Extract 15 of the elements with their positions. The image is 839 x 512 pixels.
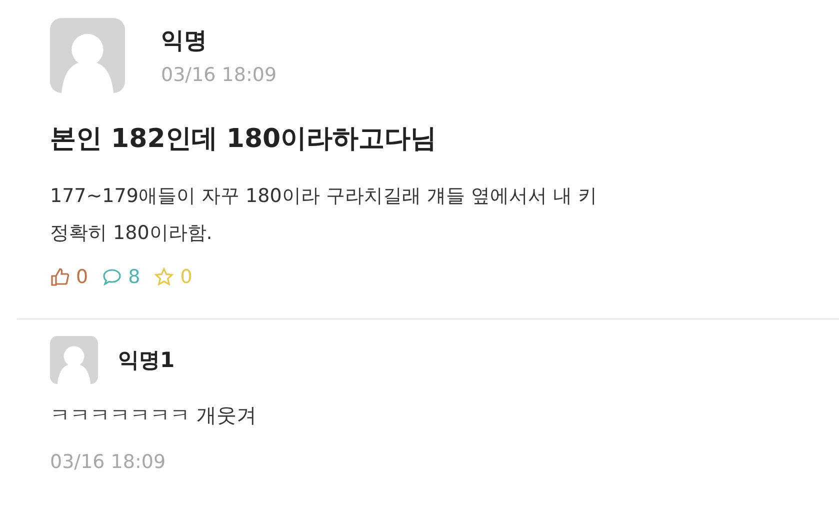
post-body: 177~179애들이 자꾸 180이라 구라치길래 걔들 옆에서서 내 키 정확히 180이라함. <box>50 184 598 246</box>
thumbs-up-icon <box>50 267 70 287</box>
comment-time: 03/16 18:09 <box>50 451 167 473</box>
avatar-icon <box>50 336 98 384</box>
star-icon <box>154 267 174 287</box>
author-name: 익명 <box>161 27 208 56</box>
like-count[interactable]: 0 <box>50 266 88 288</box>
post-time: 03/16 18:09 <box>161 64 277 86</box>
speech-bubble-icon <box>102 267 122 287</box>
avatar-icon <box>50 18 125 93</box>
comment-count[interactable]: 8 <box>102 266 140 288</box>
post-title: 본인 182인데 180이라하고다님 <box>50 123 438 156</box>
comment-text: ㅋㅋㅋㅋㅋㅋㅋ 개웃겨 <box>50 402 258 429</box>
scrap-count[interactable]: 0 <box>154 266 192 288</box>
comment-author: 익명1 <box>118 347 175 374</box>
